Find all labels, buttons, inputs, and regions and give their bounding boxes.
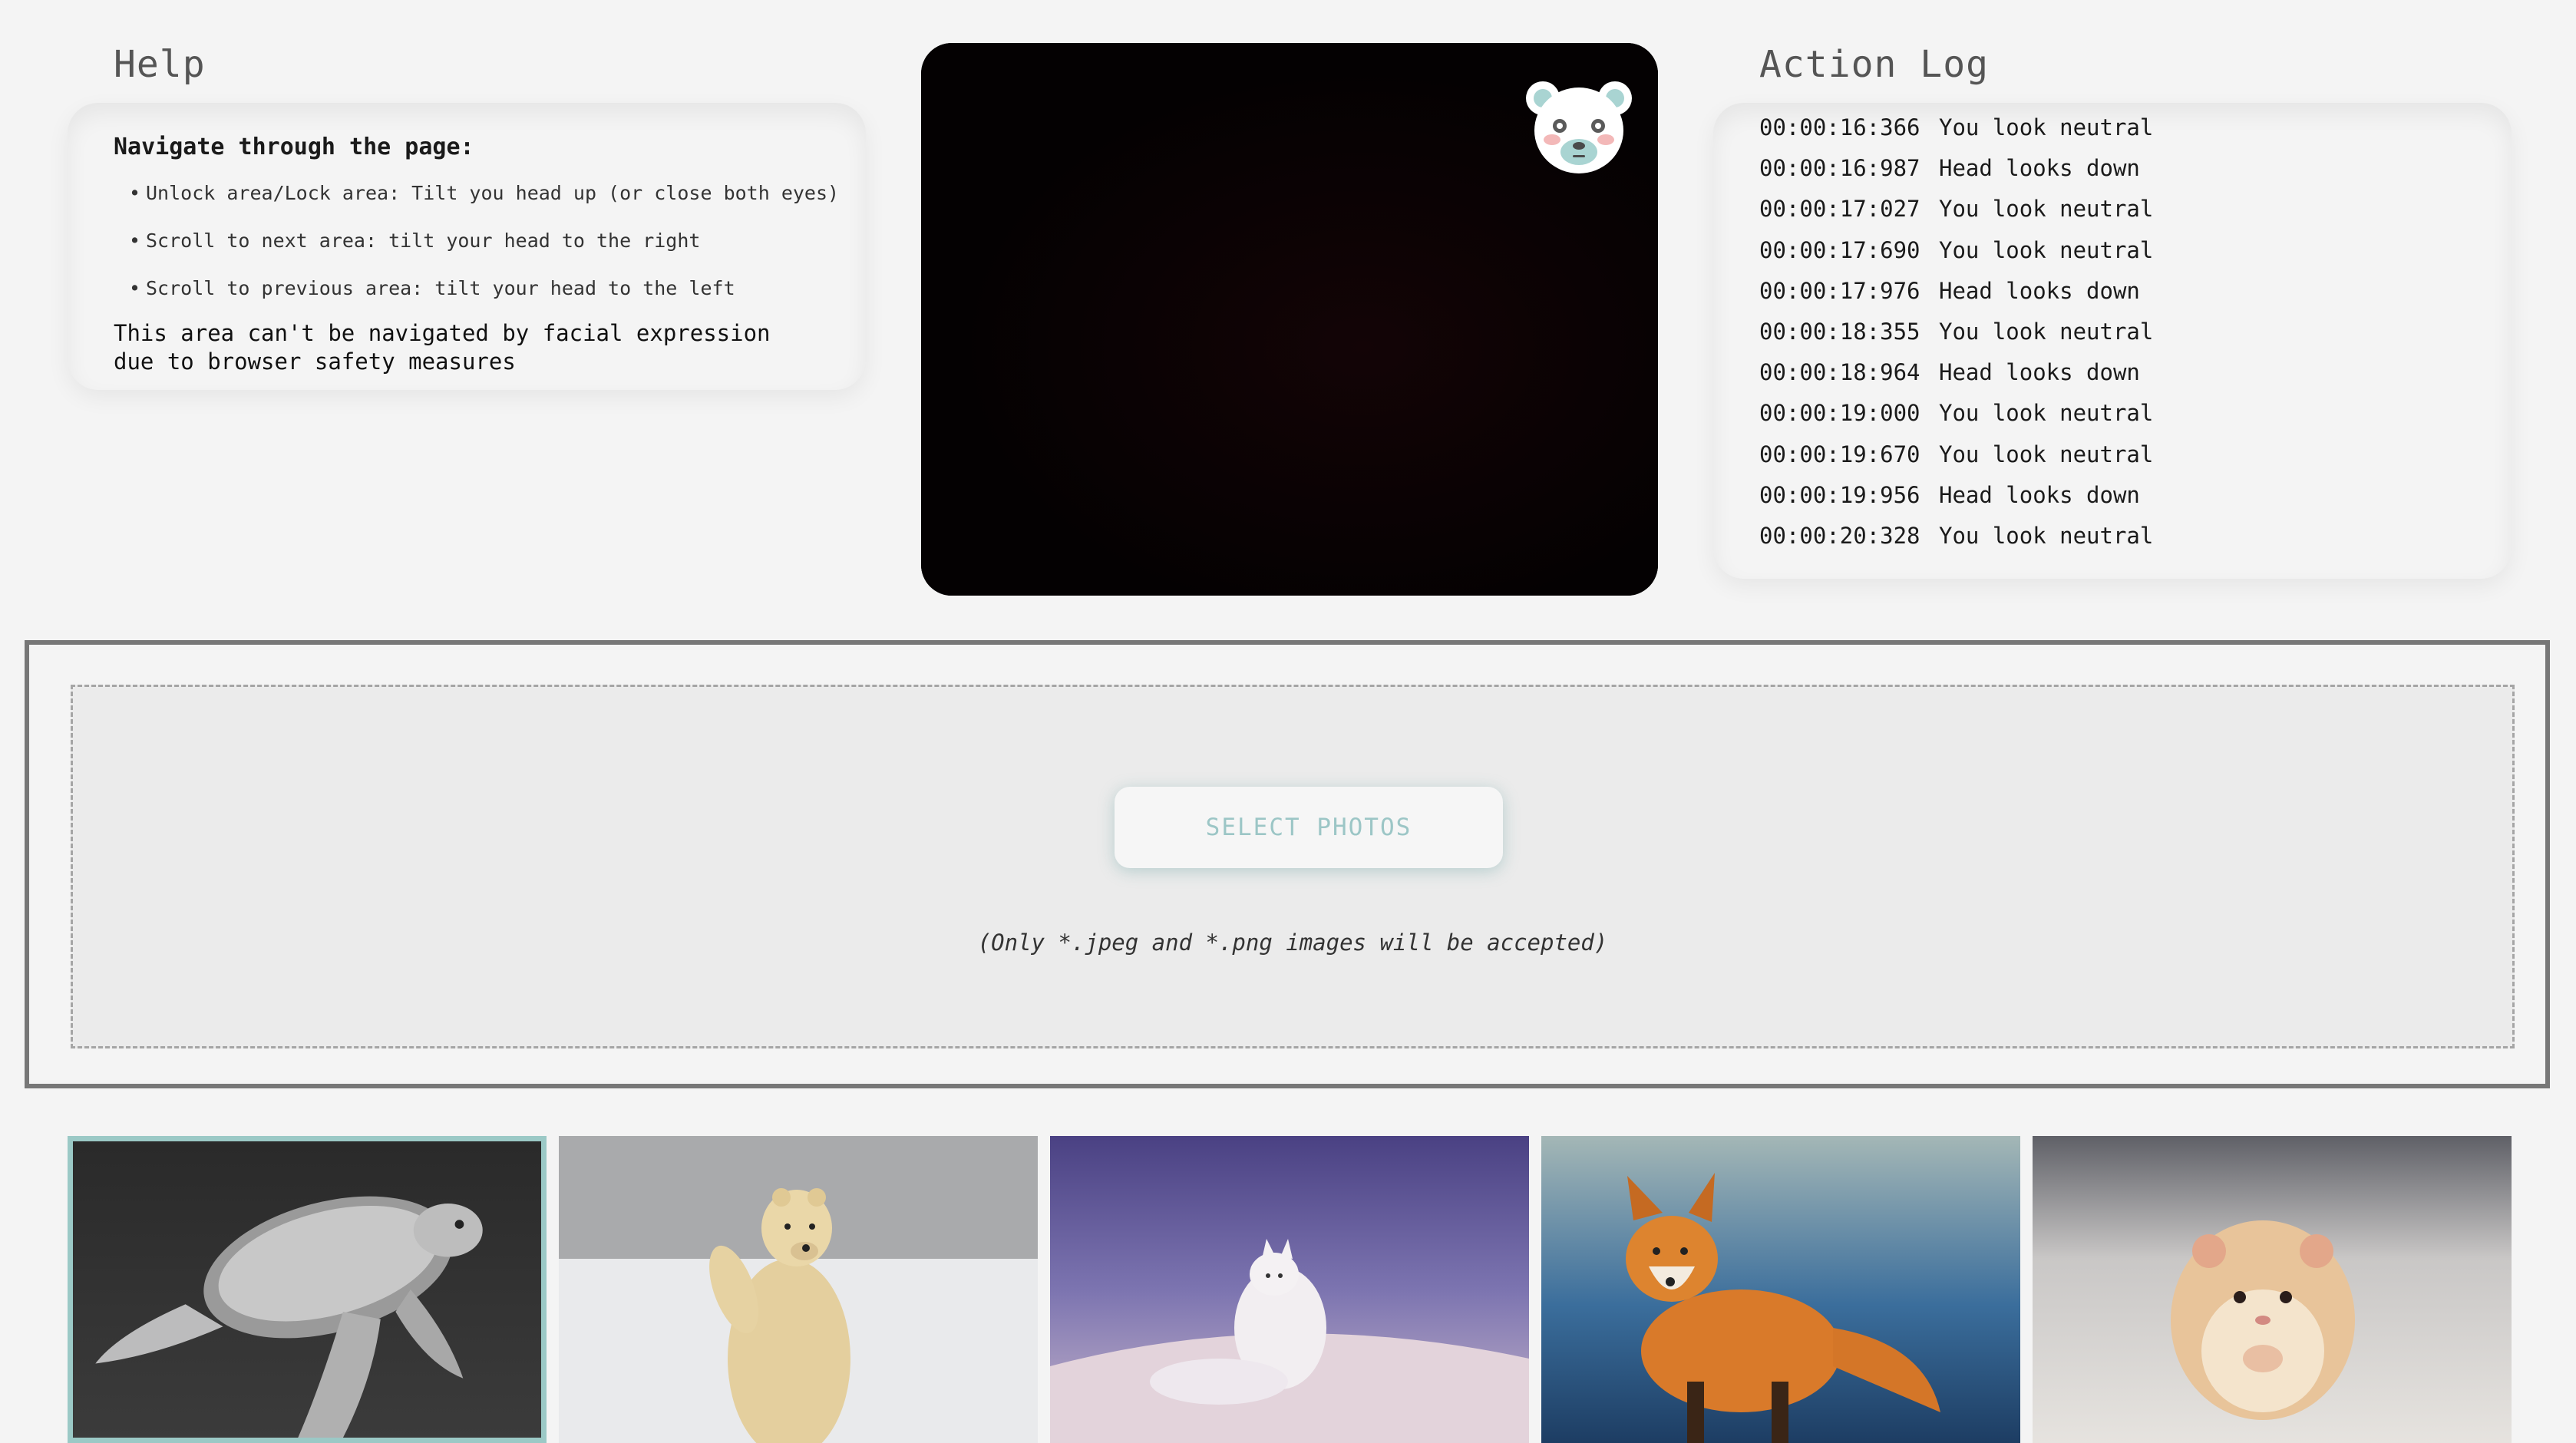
help-note: This area can't be navigated by facial e…: [114, 320, 771, 375]
log-entry: 00:00:17:027 You look neutral: [1759, 196, 2154, 223]
help-heading: Help: [114, 43, 206, 86]
polar-bear-image: [559, 1136, 1038, 1443]
select-photos-button[interactable]: SELECT PHOTOS: [1115, 787, 1503, 868]
webcam-video: [921, 43, 1658, 596]
upload-area: SELECT PHOTOS (Only *.jpeg and *.png ima…: [25, 640, 2550, 1088]
help-panel: Navigate through the page: • Unlock area/…: [68, 103, 866, 390]
log-entry: 00:00:19:956 Head looks down: [1759, 481, 2140, 508]
log-entry: 00:00:18:355 You look neutral: [1759, 318, 2154, 345]
log-entry: 00:00:16:366 You look neutral: [1759, 114, 2154, 140]
arctic-fox-image: [1050, 1136, 1529, 1443]
log-entry: 00:00:19:000 You look neutral: [1759, 400, 2154, 427]
log-entry: 00:00:16:987 Head looks down: [1759, 155, 2140, 182]
help-title: Navigate through the page:: [114, 134, 474, 160]
action-log-list: 00:00:16:366 You look neutral 00:00:16:98…: [1759, 114, 2153, 563]
file-type-note: (Only *.jpeg and *.png images will be ac…: [977, 930, 1608, 956]
photo-thumbnail-sea-turtle[interactable]: [68, 1136, 547, 1443]
action-log-panel[interactable]: 00:00:16:366 You look neutral 00:00:16:98…: [1713, 103, 2512, 579]
help-item: • Unlock area/Lock area: Tilt you head up…: [129, 182, 840, 204]
help-list: • Unlock area/Lock area: Tilt you head up…: [129, 180, 839, 322]
log-entry: 00:00:18:964 Head looks down: [1759, 359, 2140, 386]
help-item: • Scroll to previous area: tilt your head…: [129, 277, 735, 299]
red-fox-image: [1541, 1136, 2020, 1443]
photo-thumbnail-red-fox[interactable]: [1541, 1136, 2020, 1443]
photo-thumbnail-hamster[interactable]: [2033, 1136, 2512, 1443]
help-item: • Scroll to next area: tilt your head to …: [129, 229, 701, 252]
hamster-image: [2033, 1136, 2512, 1443]
log-entry: 00:00:17:690 You look neutral: [1759, 236, 2154, 263]
drop-zone[interactable]: SELECT PHOTOS (Only *.jpeg and *.png ima…: [71, 685, 2515, 1048]
log-entry: 00:00:19:670 You look neutral: [1759, 441, 2154, 467]
action-log-heading: Action Log: [1759, 43, 1989, 86]
photo-gallery: [68, 1136, 2512, 1443]
photo-thumbnail-polar-bear[interactable]: [559, 1136, 1038, 1443]
polar-bear-face-icon: [1526, 81, 1632, 173]
sea-turtle-image: [73, 1141, 541, 1438]
photo-thumbnail-arctic-fox[interactable]: [1050, 1136, 1529, 1443]
log-entry: 00:00:20:328 You look neutral: [1759, 522, 2154, 549]
log-entry: 00:00:17:976 Head looks down: [1759, 277, 2140, 304]
